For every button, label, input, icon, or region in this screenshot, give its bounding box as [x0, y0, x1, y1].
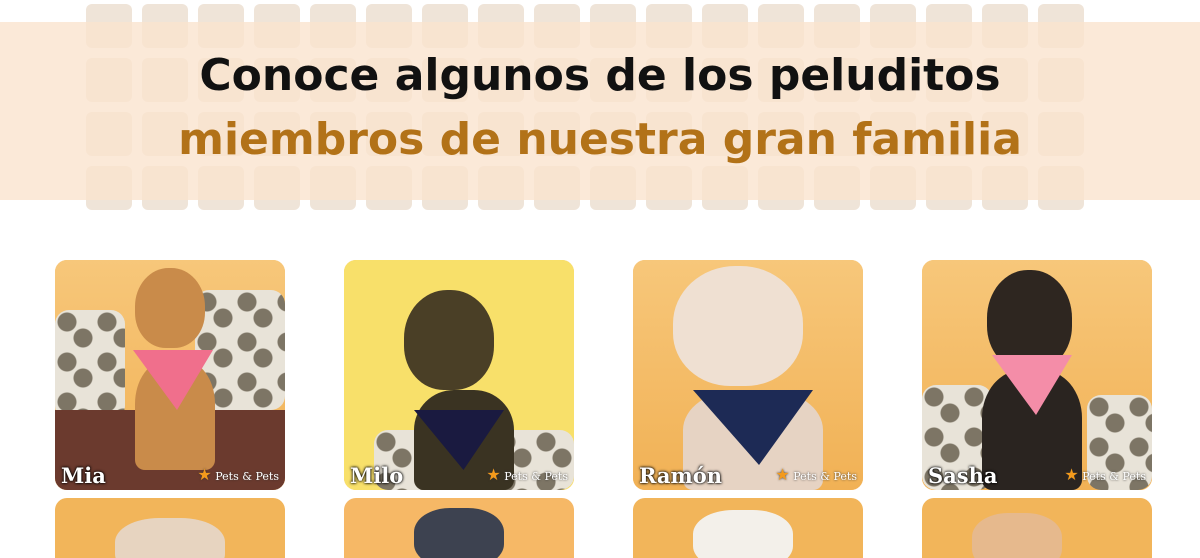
page-title: Conoce algunos de los peluditos miembros… — [0, 44, 1200, 172]
pets-and-pets-logo: ★ Pets & Pets — [197, 465, 279, 484]
pet-card-milo[interactable]: Milo ★ Pets & Pets — [344, 260, 574, 490]
pet-card-mia[interactable]: Mia ★ Pets & Pets — [55, 260, 285, 490]
pet-card-partial[interactable] — [922, 498, 1152, 558]
pet-card-partial[interactable] — [55, 498, 285, 558]
pet-name: Ramón — [639, 463, 723, 488]
dog-head — [135, 268, 205, 348]
pet-name: Milo — [350, 463, 404, 488]
pets-and-pets-logo: ★ Pets & Pets — [775, 465, 857, 484]
pillow — [55, 310, 125, 420]
pets-and-pets-logo: ★ Pets & Pets — [1064, 465, 1146, 484]
title-line-2: miembros de nuestra gran familia — [178, 114, 1022, 165]
pet-card-sasha[interactable]: Sasha ★ Pets & Pets — [922, 260, 1152, 490]
pet-name: Sasha — [928, 463, 998, 488]
title-line-1: Conoce algunos de los peluditos — [199, 50, 1001, 101]
pets-and-pets-logo: ★ Pets & Pets — [486, 465, 568, 484]
pet-card-partial[interactable] — [633, 498, 863, 558]
dog-head — [673, 266, 803, 386]
pet-card-ramon[interactable]: Ramón ★ Pets & Pets — [633, 260, 863, 490]
pet-name: Mia — [61, 463, 106, 488]
dog-head — [404, 290, 494, 390]
pet-card-partial[interactable] — [344, 498, 574, 558]
